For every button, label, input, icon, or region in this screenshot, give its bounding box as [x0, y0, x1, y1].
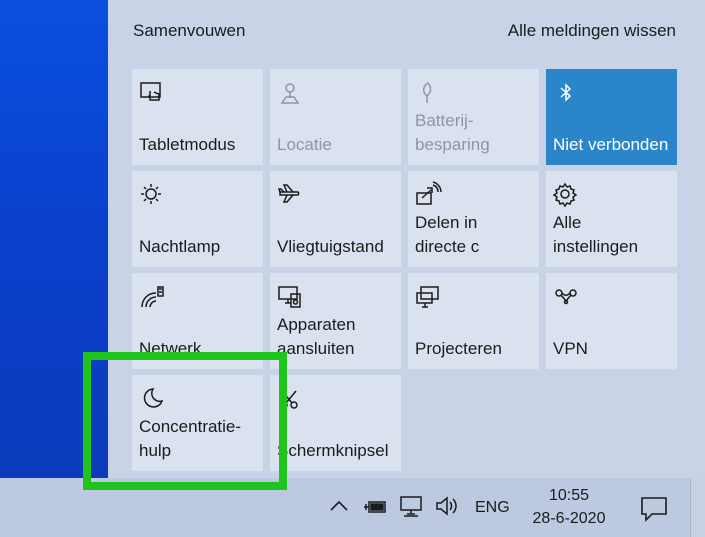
airplane-icon	[276, 181, 304, 209]
notifications-button[interactable]	[626, 482, 681, 533]
tile-label: Apparaten aansluiten	[277, 315, 356, 358]
tablet-mode-icon	[138, 79, 166, 107]
volume-icon[interactable]	[434, 492, 460, 520]
tile-label: Netwerk	[139, 339, 202, 358]
tile-label: Schermknipsel	[277, 441, 389, 460]
tile-all-settings[interactable]: Alle instellingen	[546, 171, 677, 267]
tile-label: Locatie	[277, 135, 332, 154]
vpn-icon	[552, 283, 580, 311]
tile-project[interactable]: Projecteren	[408, 273, 539, 369]
desktop-background	[0, 0, 108, 478]
tile-label: Projecteren	[415, 339, 502, 358]
location-icon	[276, 79, 304, 107]
tile-vpn[interactable]: VPN	[546, 273, 677, 369]
snip-icon	[276, 385, 304, 413]
show-desktop-strip[interactable]	[690, 478, 705, 537]
tile-battery-saver[interactable]: Batterij- besparing	[408, 69, 539, 165]
tile-label: Batterij- besparing	[415, 111, 490, 154]
speech-bubble-icon	[641, 497, 667, 522]
tile-nearby-share[interactable]: Delen in directe c	[408, 171, 539, 267]
battery-plug-icon[interactable]	[362, 492, 388, 520]
tile-label: Vliegtuigstand	[277, 237, 384, 256]
clock-time: 10:55	[548, 487, 590, 504]
clock-date: 28-6-2020	[532, 510, 606, 527]
tile-label: Nachtlamp	[139, 237, 221, 256]
tile-connect-devices[interactable]: Apparaten aansluiten	[270, 273, 401, 369]
network-wired-icon[interactable]	[398, 492, 424, 520]
tile-night-light[interactable]: Nachtlamp	[132, 171, 263, 267]
tile-label: Concentratie- hulp	[139, 417, 242, 460]
tile-network[interactable]: Netwerk	[132, 273, 263, 369]
tile-label: Delen in directe c	[415, 213, 480, 256]
tile-label: Alle instellingen	[553, 213, 639, 256]
project-icon	[414, 283, 442, 311]
battery-saver-icon	[414, 79, 442, 107]
settings-gear-icon	[552, 181, 580, 209]
clear-all-notifications-link[interactable]: Alle meldingen wissen	[508, 21, 676, 41]
moon-icon	[138, 385, 166, 413]
taskbar: ENG 10:55 28-6-2020	[0, 478, 705, 537]
bluetooth-icon	[552, 79, 580, 107]
tile-focus-assist[interactable]: Concentratie- hulp	[132, 375, 263, 471]
tile-label: Niet verbonden	[553, 135, 669, 154]
clock[interactable]: 10:55 28-6-2020	[520, 484, 618, 530]
tile-bluetooth[interactable]: Niet verbonden	[546, 69, 677, 165]
tile-label: Tabletmodus	[139, 135, 236, 154]
tile-location[interactable]: Locatie	[270, 69, 401, 165]
tile-screen-snip[interactable]: Schermknipsel	[270, 375, 401, 471]
connect-devices-icon	[276, 283, 304, 311]
chevron-up-icon[interactable]	[326, 492, 352, 520]
language-indicator[interactable]: ENG	[475, 499, 510, 517]
night-light-icon	[138, 181, 166, 209]
tile-airplane-mode[interactable]: Vliegtuigstand	[270, 171, 401, 267]
tile-tablet-mode[interactable]: Tabletmodus	[132, 69, 263, 165]
collapse-link[interactable]: Samenvouwen	[133, 21, 245, 41]
tile-label: VPN	[553, 339, 588, 358]
nearby-share-icon	[414, 181, 442, 209]
network-icon	[138, 283, 166, 311]
